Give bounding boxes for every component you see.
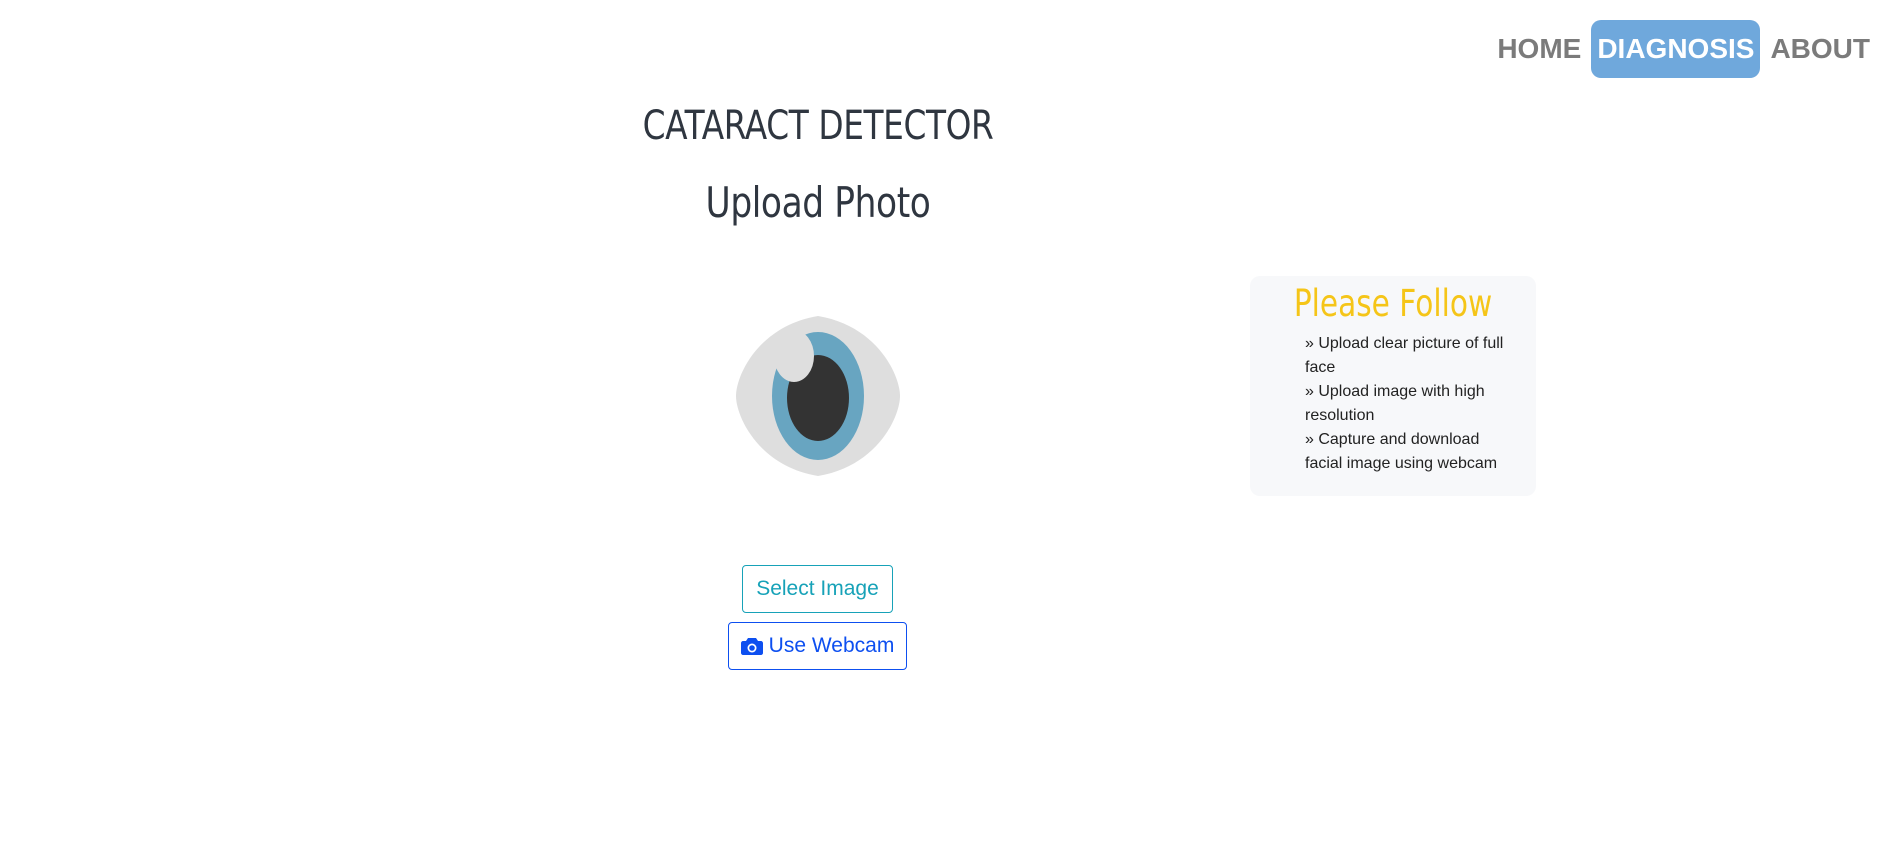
use-webcam-label: Use Webcam <box>768 634 895 657</box>
select-image-label: Select Image <box>756 577 879 600</box>
nav-home-link[interactable]: HOME <box>1491 20 1587 78</box>
instructions-title: Please Follow <box>1293 282 1493 325</box>
select-image-button[interactable]: Select Image <box>742 565 893 613</box>
page-title: CATARACT DETECTOR <box>642 103 994 149</box>
instruction-item: » Capture and download facial image usin… <box>1305 431 1498 472</box>
image-preview <box>728 316 908 476</box>
instruction-item: » Upload image with high resolution <box>1305 383 1485 424</box>
instructions-list: » Upload clear picture of full face » Up… <box>1305 332 1515 476</box>
upload-heading: Upload Photo <box>705 178 931 227</box>
camera-icon <box>740 638 763 655</box>
top-nav: HOME DIAGNOSIS ABOUT <box>1491 20 1876 78</box>
page: HOME DIAGNOSIS ABOUT CATARACT DETECTOR U… <box>0 0 1900 848</box>
use-webcam-button[interactable]: Use Webcam <box>728 622 907 670</box>
nav-diagnosis-link[interactable]: DIAGNOSIS <box>1591 20 1761 78</box>
instruction-item: » Upload clear picture of full face <box>1305 335 1504 376</box>
nav-about-link[interactable]: ABOUT <box>1764 20 1876 78</box>
eye-icon <box>736 316 900 476</box>
instructions-card: Please Follow » Upload clear picture of … <box>1250 276 1536 496</box>
